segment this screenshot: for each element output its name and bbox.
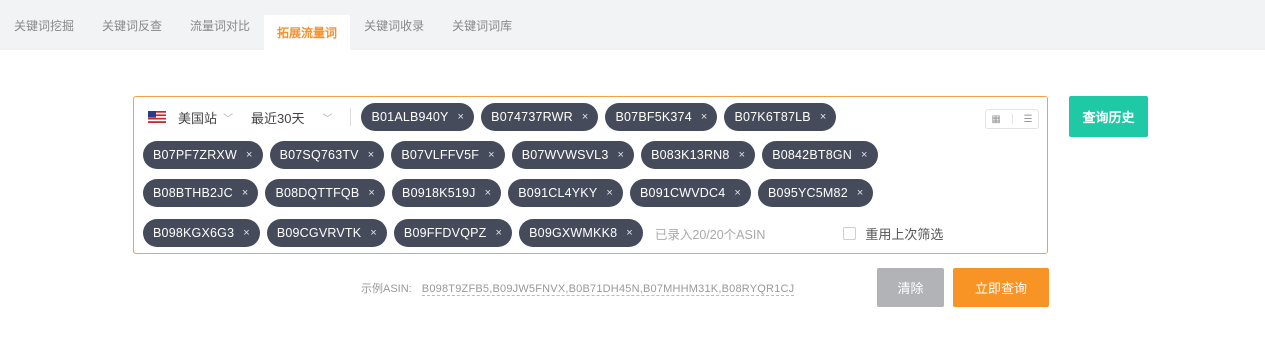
asin-chip-label: B095YC5M82 xyxy=(768,186,848,200)
query-row-3: B08BTHB2JC × B08DQTTFQB × B0918K519J × B091CL4… xyxy=(143,178,874,208)
tab-traffic-compare[interactable]: 流量词对比 xyxy=(176,0,264,50)
asin-chip-label: B091CWVDC4 xyxy=(640,186,726,200)
asin-chip[interactable]: B095YC5M82 × xyxy=(758,179,874,207)
tab-expand-traffic[interactable]: 拓展流量词 xyxy=(264,15,351,50)
example-asin: 示例ASIN: B098T9ZFB5,B09JW5FNVX,B0B71DH45N… xyxy=(361,280,795,296)
asin-chip-label: B083K13RN8 xyxy=(651,148,730,162)
remove-icon[interactable]: × xyxy=(606,187,613,199)
asin-query-box[interactable]: 美国站 ﹀ 最近30天 ﹀ B01ALB940Y × B074737RWR × B07B… xyxy=(133,96,1048,254)
asin-chip-label: B09FFDVQPZ xyxy=(403,226,487,240)
asin-chip[interactable]: B0918K519J × xyxy=(392,179,502,207)
asin-chip[interactable]: B07BF5K374 × xyxy=(605,103,718,131)
query-row-2: B07PF7ZRXW × B07SQ763TV × B07VLFFV5F × B07WVWS… xyxy=(143,140,878,170)
query-row-4: B098KGX6G3 × B09CGVRVTK × B09FFDVQPZ × B09GXWM… xyxy=(143,218,943,248)
period-select[interactable]: 最近30天 ﹀ xyxy=(251,108,332,127)
asin-chip-label: B07VLFFV5F xyxy=(401,148,480,162)
remove-icon[interactable]: × xyxy=(857,187,864,199)
remove-icon[interactable]: × xyxy=(617,149,624,161)
query-row-1: 美国站 ﹀ 最近30天 ﹀ B01ALB940Y × B074737RWR × B07B… xyxy=(148,102,837,132)
asin-chip-label: B08DQTTFQB xyxy=(275,186,360,200)
asin-chip-label: B098KGX6G3 xyxy=(153,226,235,240)
remove-icon[interactable]: × xyxy=(496,227,503,239)
reuse-filter-checkbox[interactable]: 重用上次筛选 xyxy=(843,224,943,243)
search-now-button[interactable]: 立即查询 xyxy=(953,268,1049,307)
remove-icon[interactable]: × xyxy=(820,111,827,123)
asin-chip[interactable]: B07SQ763TV × xyxy=(269,141,385,169)
asin-chip[interactable]: B08BTHB2JC × xyxy=(143,179,259,207)
asin-chip[interactable]: B09FFDVQPZ × xyxy=(393,219,513,247)
grid-view-icon[interactable]: ▦ xyxy=(991,114,1000,125)
asin-chip[interactable]: B01ALB940Y × xyxy=(361,103,475,131)
remove-icon[interactable]: × xyxy=(368,187,375,199)
period-select-value: 最近30天 xyxy=(251,110,305,126)
asin-chip-label: B08BTHB2JC xyxy=(153,186,233,200)
asin-chip-label: B091CL4YKY xyxy=(518,186,598,200)
asin-chip[interactable]: B091CL4YKY × xyxy=(508,179,624,207)
remove-icon[interactable]: × xyxy=(368,149,375,161)
asin-chip-label: B07BF5K374 xyxy=(615,110,692,124)
asin-chip-label: B07PF7ZRXW xyxy=(153,148,237,162)
asin-chip-label: B01ALB940Y xyxy=(371,110,449,124)
asin-chip-label: B0842BT8GN xyxy=(772,148,853,162)
site-select[interactable]: 美国站 ﹀ xyxy=(148,108,233,127)
site-select-value: 美国站 xyxy=(178,110,218,126)
asin-chip-label: B07SQ763TV xyxy=(279,148,359,162)
query-history-button[interactable]: 查询历史 xyxy=(1069,96,1148,137)
asin-chip[interactable]: B091CWVDC4 × xyxy=(630,179,752,207)
example-asin-label: 示例ASIN: xyxy=(361,283,412,295)
asin-chip[interactable]: B07K6T87LB × xyxy=(724,103,837,131)
asin-chip[interactable]: B07PF7ZRXW × xyxy=(143,141,263,169)
asin-chip-label: B074737RWR xyxy=(491,110,573,124)
divider xyxy=(1011,114,1013,124)
us-flag-icon xyxy=(148,111,166,123)
remove-icon[interactable]: × xyxy=(242,187,249,199)
asin-chip-label: B09GXWMKK8 xyxy=(529,226,618,240)
tab-keyword-library[interactable]: 关键词词库 xyxy=(438,0,526,50)
remove-icon[interactable]: × xyxy=(370,227,377,239)
remove-icon[interactable]: × xyxy=(701,111,708,123)
list-view-icon[interactable]: ☰ xyxy=(1024,114,1033,125)
asin-chip[interactable]: B09CGVRVTK × xyxy=(266,219,387,247)
remove-icon[interactable]: × xyxy=(861,149,868,161)
chevron-down-icon: ﹀ xyxy=(223,113,234,125)
asin-chip[interactable]: B07WVWSVL3 × xyxy=(511,141,635,169)
remove-icon[interactable]: × xyxy=(739,149,746,161)
remove-icon[interactable]: × xyxy=(488,149,495,161)
view-toggle[interactable]: ▦ ☰ xyxy=(985,109,1039,129)
asin-chip[interactable]: B083K13RN8 × xyxy=(641,141,756,169)
remove-icon[interactable]: × xyxy=(582,111,589,123)
remove-icon[interactable]: × xyxy=(485,187,492,199)
remove-icon[interactable]: × xyxy=(243,227,250,239)
remove-icon[interactable]: × xyxy=(246,149,253,161)
asin-chip[interactable]: B07VLFFV5F × xyxy=(391,141,505,169)
asin-chip[interactable]: B098KGX6G3 × xyxy=(143,219,260,247)
tab-bar: 关键词挖掘 关键词反查 流量词对比 拓展流量词 关键词收录 关键词词库 xyxy=(0,0,1265,50)
asin-chip-label: B09CGVRVTK xyxy=(276,226,362,240)
asin-chip[interactable]: B074737RWR × xyxy=(481,103,599,131)
example-asin-values[interactable]: B098T9ZFB5,B09JW5FNVX,B0B71DH45N,B07MHHM… xyxy=(421,283,795,296)
divider xyxy=(350,108,352,126)
remove-icon[interactable]: × xyxy=(734,187,741,199)
asin-count-text: 已录入20/20个ASIN xyxy=(654,227,766,242)
asin-chip-label: B0918K519J xyxy=(402,186,476,200)
checkbox-icon[interactable] xyxy=(843,226,857,240)
asin-chip[interactable]: B0842BT8GN × xyxy=(762,141,878,169)
asin-chip-label: B07K6T87LB xyxy=(734,110,811,124)
remove-icon[interactable]: × xyxy=(458,111,465,123)
reuse-filter-label: 重用上次筛选 xyxy=(865,226,944,242)
asin-chip[interactable]: B09GXWMKK8 × xyxy=(519,219,643,247)
asin-chip-label: B07WVWSVL3 xyxy=(521,148,609,162)
chevron-down-icon: ﹀ xyxy=(322,113,333,125)
remove-icon[interactable]: × xyxy=(626,227,633,239)
clear-button[interactable]: 清除 xyxy=(877,268,944,307)
tab-keyword-mining[interactable]: 关键词挖掘 xyxy=(0,0,88,50)
tab-keyword-index[interactable]: 关键词收录 xyxy=(350,0,438,50)
tab-keyword-reverse[interactable]: 关键词反查 xyxy=(88,0,176,50)
asin-chip[interactable]: B08DQTTFQB × xyxy=(265,179,386,207)
